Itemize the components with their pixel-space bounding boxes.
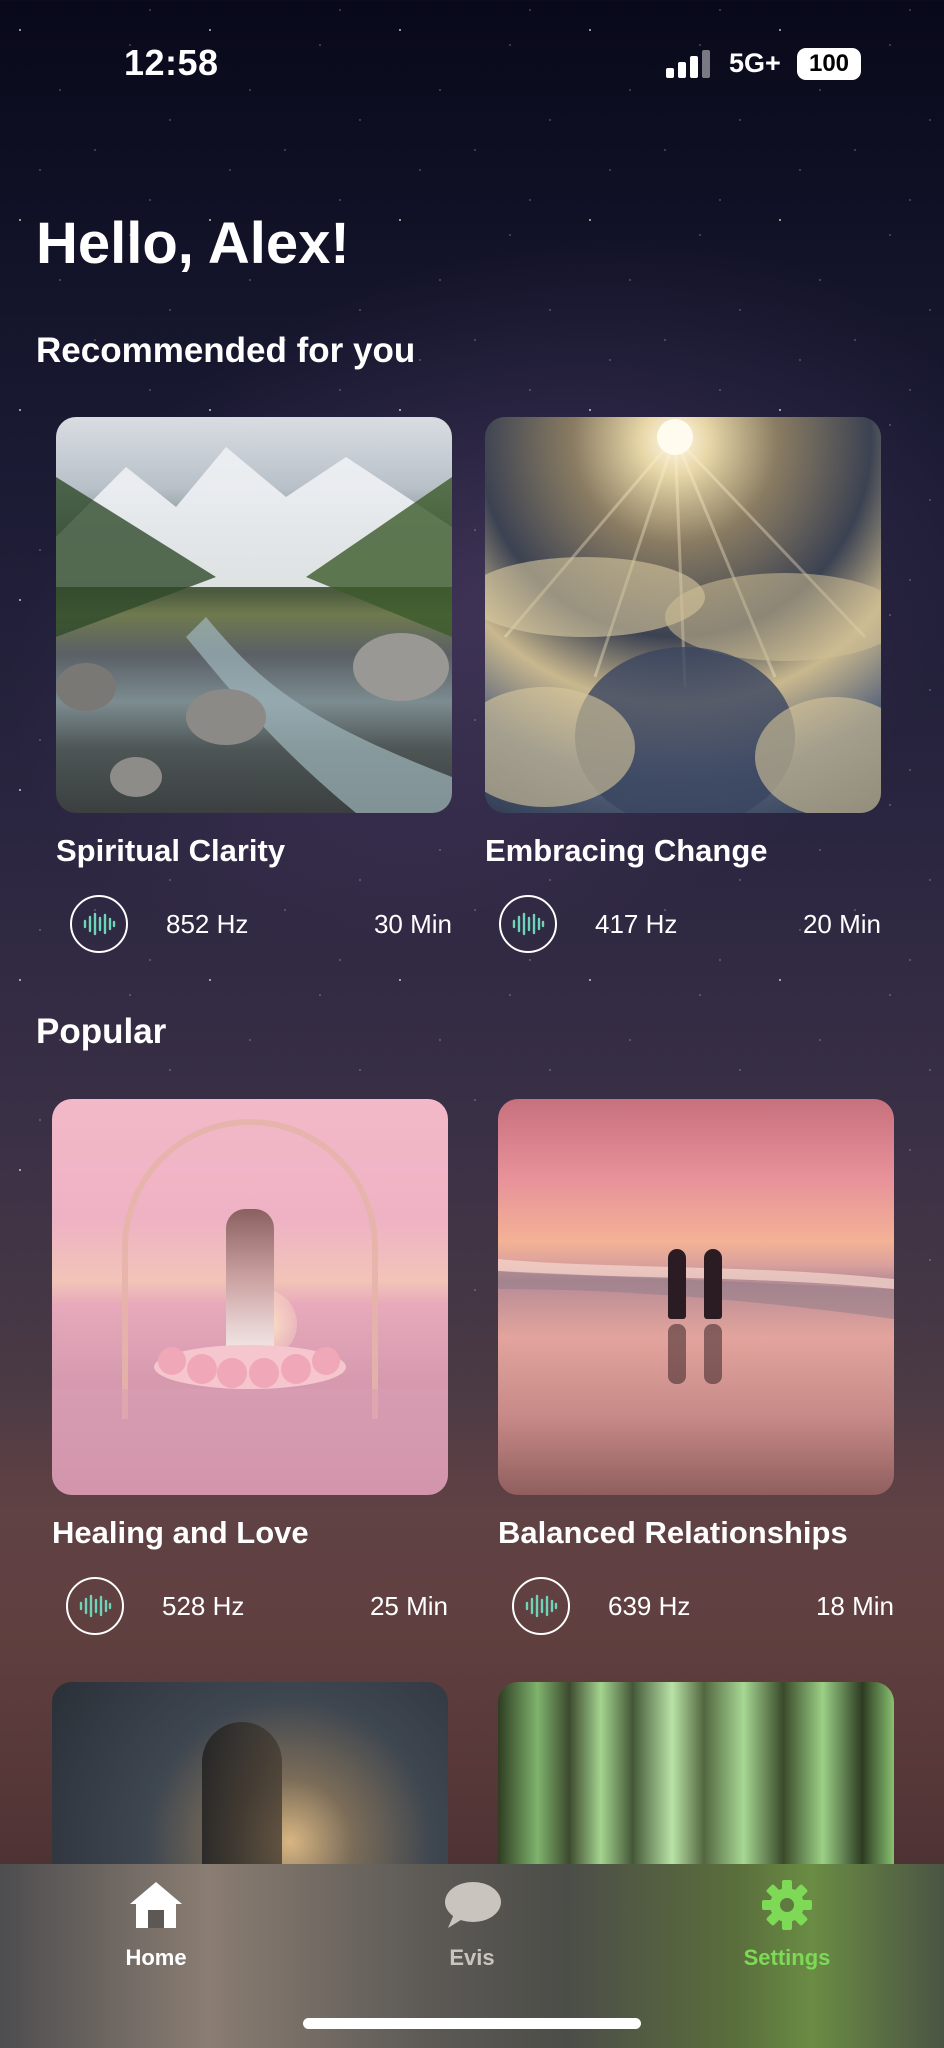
- session-card-partial-tree[interactable]: [52, 1682, 448, 1882]
- chat-bubble-icon: [445, 1882, 501, 1928]
- soundwave-icon: [525, 1594, 558, 1618]
- frequency-label: 639 Hz: [608, 1591, 691, 1621]
- play-sound-button[interactable]: [66, 1577, 124, 1635]
- card-image-birch-forest: [498, 1682, 894, 1882]
- status-time: 12:58: [124, 42, 219, 83]
- soundwave-icon: [79, 1594, 112, 1618]
- tab-label: Evis: [449, 1945, 495, 1970]
- tab-settings[interactable]: Settings: [707, 1878, 867, 1971]
- session-card-partial-forest[interactable]: [498, 1682, 894, 1882]
- soundwave-icon: [83, 912, 116, 936]
- play-sound-button[interactable]: [499, 895, 557, 953]
- card-image-sunlit-clouds: [485, 417, 881, 813]
- signal-strength-icon: [666, 50, 712, 78]
- card-image-meditation-lotus: [52, 1099, 448, 1495]
- duration-label: 18 Min: [815, 1591, 894, 1621]
- session-card-balanced-relationships[interactable]: Balanced Relationships 639 Hz 18 Min: [498, 1099, 894, 1639]
- duration-label: 30 Min: [373, 909, 452, 939]
- greeting-title: Hello, Alex!: [36, 211, 350, 276]
- duration-label: 20 Min: [802, 909, 881, 939]
- home-indicator[interactable]: [303, 2018, 641, 2029]
- card-meta: 417 Hz 20 Min: [485, 895, 881, 957]
- card-title: Embracing Change: [485, 833, 768, 868]
- gear-icon: [762, 1880, 812, 1930]
- card-meta: 639 Hz 18 Min: [498, 1577, 894, 1639]
- card-meta: 852 Hz 30 Min: [56, 895, 452, 957]
- battery-icon: 100: [797, 48, 861, 80]
- tab-label: Settings: [743, 1945, 831, 1970]
- session-card-spiritual-clarity[interactable]: Spiritual Clarity 852 Hz 30 Min: [56, 417, 452, 957]
- section-title-recommended: Recommended for you: [36, 331, 416, 370]
- card-meta: 528 Hz 25 Min: [52, 1577, 448, 1639]
- frequency-label: 852 Hz: [166, 909, 249, 939]
- session-card-healing-and-love[interactable]: Healing and Love 528 Hz 25 Min: [52, 1099, 448, 1639]
- soundwave-icon: [512, 912, 545, 936]
- play-sound-button[interactable]: [512, 1577, 570, 1635]
- card-title: Balanced Relationships: [498, 1515, 848, 1550]
- network-type: 5G+: [729, 48, 781, 78]
- card-image-couple-beach: [498, 1099, 894, 1495]
- tab-home[interactable]: Home: [76, 1878, 236, 1971]
- session-card-embracing-change[interactable]: Embracing Change 417 Hz 20 Min: [485, 417, 881, 957]
- tab-evis[interactable]: Evis: [392, 1878, 552, 1971]
- card-image-mountain-river: [56, 417, 452, 813]
- duration-label: 25 Min: [369, 1591, 448, 1621]
- status-bar: 12:58 5G+ 100: [0, 0, 944, 120]
- card-title: Healing and Love: [52, 1515, 309, 1550]
- tab-label: Home: [125, 1945, 187, 1970]
- card-image-glowing-tree: [52, 1682, 448, 1882]
- section-title-popular: Popular: [36, 1012, 167, 1051]
- frequency-label: 528 Hz: [162, 1591, 245, 1621]
- home-icon: [130, 1882, 182, 1928]
- play-sound-button[interactable]: [70, 895, 128, 953]
- card-title: Spiritual Clarity: [56, 833, 286, 868]
- frequency-label: 417 Hz: [595, 909, 678, 939]
